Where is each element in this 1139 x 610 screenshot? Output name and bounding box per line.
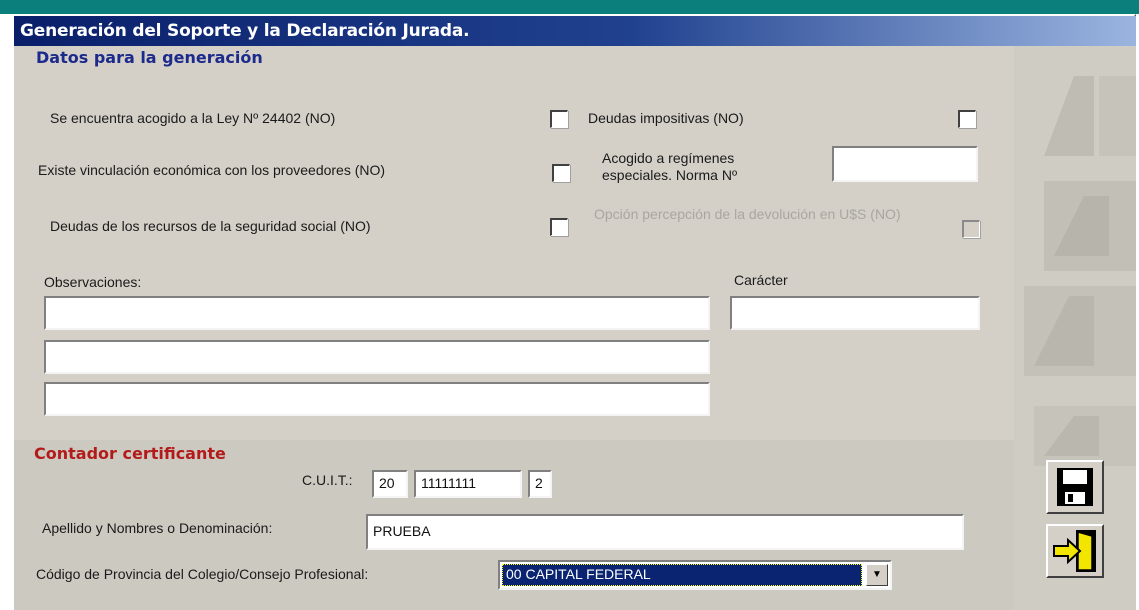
- desktop-background: [0, 0, 1139, 14]
- caracter-input[interactable]: [730, 296, 980, 330]
- chevron-down-icon[interactable]: ▼: [866, 564, 888, 586]
- cuit-number-input[interactable]: 11111111: [414, 470, 522, 498]
- label-observaciones: Observaciones:: [44, 274, 142, 290]
- exit-door-icon: [1053, 530, 1096, 572]
- contador-section: Contador certificante C.U.I.T.: 20 11111…: [14, 440, 1014, 610]
- provincia-selected-value: 00 CAPITAL FEDERAL: [502, 564, 862, 586]
- generacion-dialog: Generación del Soporte y la Declaración …: [12, 14, 1136, 610]
- label-ley-24402: Se encuentra acogido a la Ley Nº 24402 (…: [50, 110, 336, 126]
- provincia-select[interactable]: 00 CAPITAL FEDERAL ▼: [498, 560, 892, 590]
- apellido-input[interactable]: PRUEBA: [366, 514, 964, 550]
- label-deudas-impositivas: Deudas impositivas (NO): [588, 110, 744, 126]
- label-apellido: Apellido y Nombres o Denominación:: [42, 520, 273, 536]
- label-caracter: Carácter: [734, 272, 788, 288]
- checkbox-vinculacion[interactable]: [552, 164, 570, 182]
- label-regimenes: Acogido a regímenes especiales. Norma Nº: [602, 150, 738, 183]
- label-provincia: Código de Provincia del Colegio/Consejo …: [36, 566, 369, 582]
- section-title-contador: Contador certificante: [34, 444, 226, 463]
- checkbox-ley-24402[interactable]: [550, 110, 568, 128]
- floppy-disk-icon: [1057, 468, 1093, 506]
- observaciones-line-3[interactable]: [44, 382, 710, 416]
- checkbox-deudas-seguridad[interactable]: [550, 218, 568, 236]
- checkbox-deudas-impositivas[interactable]: [958, 110, 976, 128]
- window-title: Generación del Soporte y la Declaración …: [14, 16, 1136, 46]
- checkbox-opcion-percepcion[interactable]: [962, 220, 980, 238]
- label-deudas-seguridad: Deudas de los recursos de la seguridad s…: [50, 218, 371, 234]
- exit-button[interactable]: [1046, 524, 1104, 578]
- label-cuit: C.U.I.T.:: [302, 472, 353, 488]
- label-vinculacion: Existe vinculación económica con los pro…: [38, 162, 386, 178]
- observaciones-line-2[interactable]: [44, 340, 710, 374]
- cuit-prefix-input[interactable]: 20: [372, 470, 408, 498]
- observaciones-line-1[interactable]: [44, 296, 710, 330]
- label-opcion-percepcion: Opción percepción de la devolución en U$…: [594, 206, 901, 222]
- cuit-check-digit-input[interactable]: 2: [528, 470, 552, 498]
- regimenes-norma-input[interactable]: [832, 146, 978, 182]
- save-button[interactable]: [1046, 460, 1104, 514]
- section-title-datos: Datos para la generación: [36, 48, 263, 67]
